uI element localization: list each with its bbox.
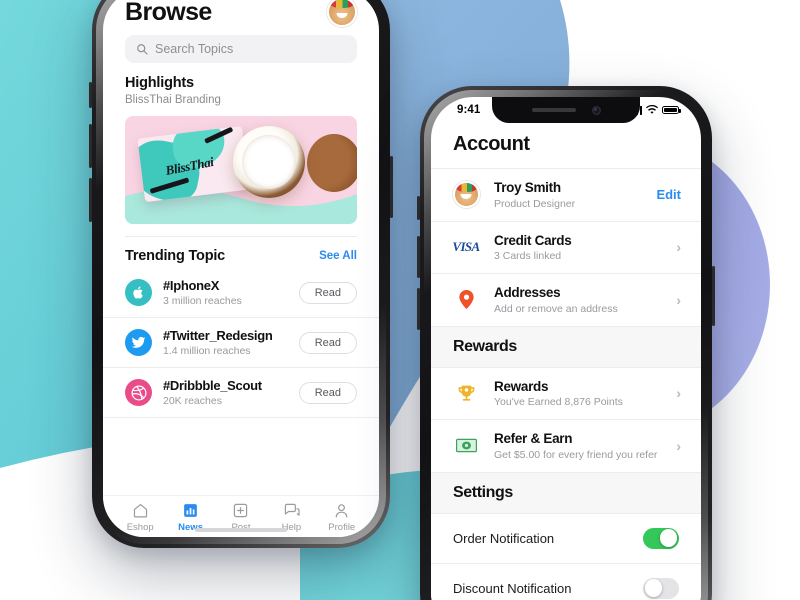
visa-icon: VISA [451,239,481,255]
status-time: 9:41 [457,104,481,116]
home-indicator [195,528,287,532]
trending-row-dribbble[interactable]: #Dribbble_Scout 20K reaches Read [103,368,379,418]
search-input-placeholder[interactable]: Search Topics [155,42,233,56]
row-title: Rewards [494,378,549,394]
mute-switch[interactable] [417,196,420,220]
setting-label: Order Notification [453,530,555,546]
topic-reach: 3 million reaches [163,295,242,307]
dribbble-icon [125,379,152,406]
chevron-right-icon: › [676,291,681,308]
highlight-card[interactable]: BlissThai [125,116,357,224]
right-phone-screen: 9:41 Account Troy Smith Product Designer… [431,97,701,600]
home-icon [133,503,147,518]
money-icon [451,438,481,453]
discount-notification-row[interactable]: Discount Notification [431,562,701,600]
row-title: Addresses [494,285,561,300]
coconut-half-image [233,126,305,198]
chevron-right-icon: › [676,385,681,402]
setting-label: Discount Notification [453,580,572,596]
trending-row-iphonex[interactable]: #IphoneX 3 million reaches Read [103,268,379,318]
chat-help-icon [284,503,300,516]
avatar-smile [336,13,348,18]
earpiece-speaker [531,108,576,112]
topic-name: #IphoneX [163,278,220,293]
highlights-subtitle: BlissThai Branding [125,94,221,106]
edit-profile-button[interactable]: Edit [656,187,681,202]
row-subtitle: Add or remove an address [494,302,618,315]
addresses-row[interactable]: Addresses Add or remove an address › [431,273,701,326]
person-icon [335,504,348,518]
refer-earn-row[interactable]: Refer & Earn Get $5.00 for every friend … [431,419,701,472]
read-button[interactable]: Read [298,381,357,404]
user-avatar[interactable] [327,0,357,27]
visa-logo-text: VISA [452,239,480,255]
news-icon [184,504,197,517]
wifi-icon [646,105,658,114]
trending-header: Trending Topic See All [103,237,379,264]
rewards-row[interactable]: Rewards You've Earned 8,876 Points › [431,366,701,419]
apple-icon [125,279,152,306]
topic-name: #Twitter_Redesign [163,328,273,343]
see-all-link[interactable]: See All [319,250,357,262]
mute-switch[interactable] [89,82,92,108]
device-notch [492,97,640,123]
trending-row-twitter[interactable]: #Twitter_Redesign 1.4 million reaches Re… [103,318,379,368]
volume-up-button[interactable] [417,236,420,278]
left-phone-screen: Browse Search Topics Highlights BlissTha… [103,0,379,537]
page-title: Browse [125,0,212,26]
browse-header: Browse [103,0,379,33]
right-phone-device: 9:41 Account Troy Smith Product Designer… [417,86,715,600]
volume-down-button[interactable] [417,288,420,330]
topic-reach: 20K reaches [163,395,222,407]
topic-name: #Dribbble_Scout [163,378,262,393]
coconut-shell [307,134,357,192]
battery-icon [662,105,681,115]
volume-down-button[interactable] [89,178,92,222]
discount-notification-toggle[interactable] [643,577,679,599]
rewards-group-heading: Rewards [431,325,701,367]
trending-title: Trending Topic [125,248,226,264]
profile-avatar [451,181,481,209]
row-title: Refer & Earn [494,431,573,446]
read-button[interactable]: Read [298,281,357,304]
left-phone-device: Browse Search Topics Highlights BlissTha… [89,0,393,548]
read-button[interactable]: Read [298,331,357,354]
row-title: Credit Cards [494,232,572,248]
search-bar[interactable]: Search Topics [125,35,357,63]
chevron-right-icon: › [676,437,681,454]
tab-eshop[interactable]: Eshop [117,502,163,533]
trending-list: #IphoneX 3 million reaches Read #Twitter… [103,268,379,418]
settings-group-heading: Settings [431,471,701,513]
topic-reach: 1.4 million reaches [163,345,251,357]
profile-role: Product Designer [494,197,576,210]
twitter-icon [125,329,152,356]
front-camera-icon [591,105,601,115]
profile-name: Troy Smith [494,180,561,195]
location-pin-icon [451,290,481,310]
highlights-title: Highlights [125,75,194,91]
volume-up-button[interactable] [89,124,92,168]
tab-label: Profile [328,522,356,533]
post-add-icon [234,503,248,518]
row-subtitle: Get $5.00 for every friend you refer [494,448,658,461]
chevron-right-icon: › [676,239,681,256]
credit-cards-row[interactable]: VISA Credit Cards 3 Cards linked › [431,220,701,273]
order-notification-row[interactable]: Order Notification [431,512,701,563]
row-subtitle: You've Earned 8,876 Points [494,396,623,408]
account-page-title: Account [453,133,530,155]
power-button[interactable] [390,156,393,218]
highlights-section-header: Highlights BlissThai Branding [103,63,379,106]
tab-label: Eshop [126,522,154,533]
row-subtitle: 3 Cards linked [494,250,562,262]
trophy-icon [451,384,481,403]
profile-row[interactable]: Troy Smith Product Designer Edit [431,168,701,221]
avatar-headband [330,0,354,8]
search-icon [137,44,148,55]
tab-profile[interactable]: Profile [319,502,365,533]
order-notification-toggle[interactable] [643,527,679,549]
power-button[interactable] [712,266,715,326]
